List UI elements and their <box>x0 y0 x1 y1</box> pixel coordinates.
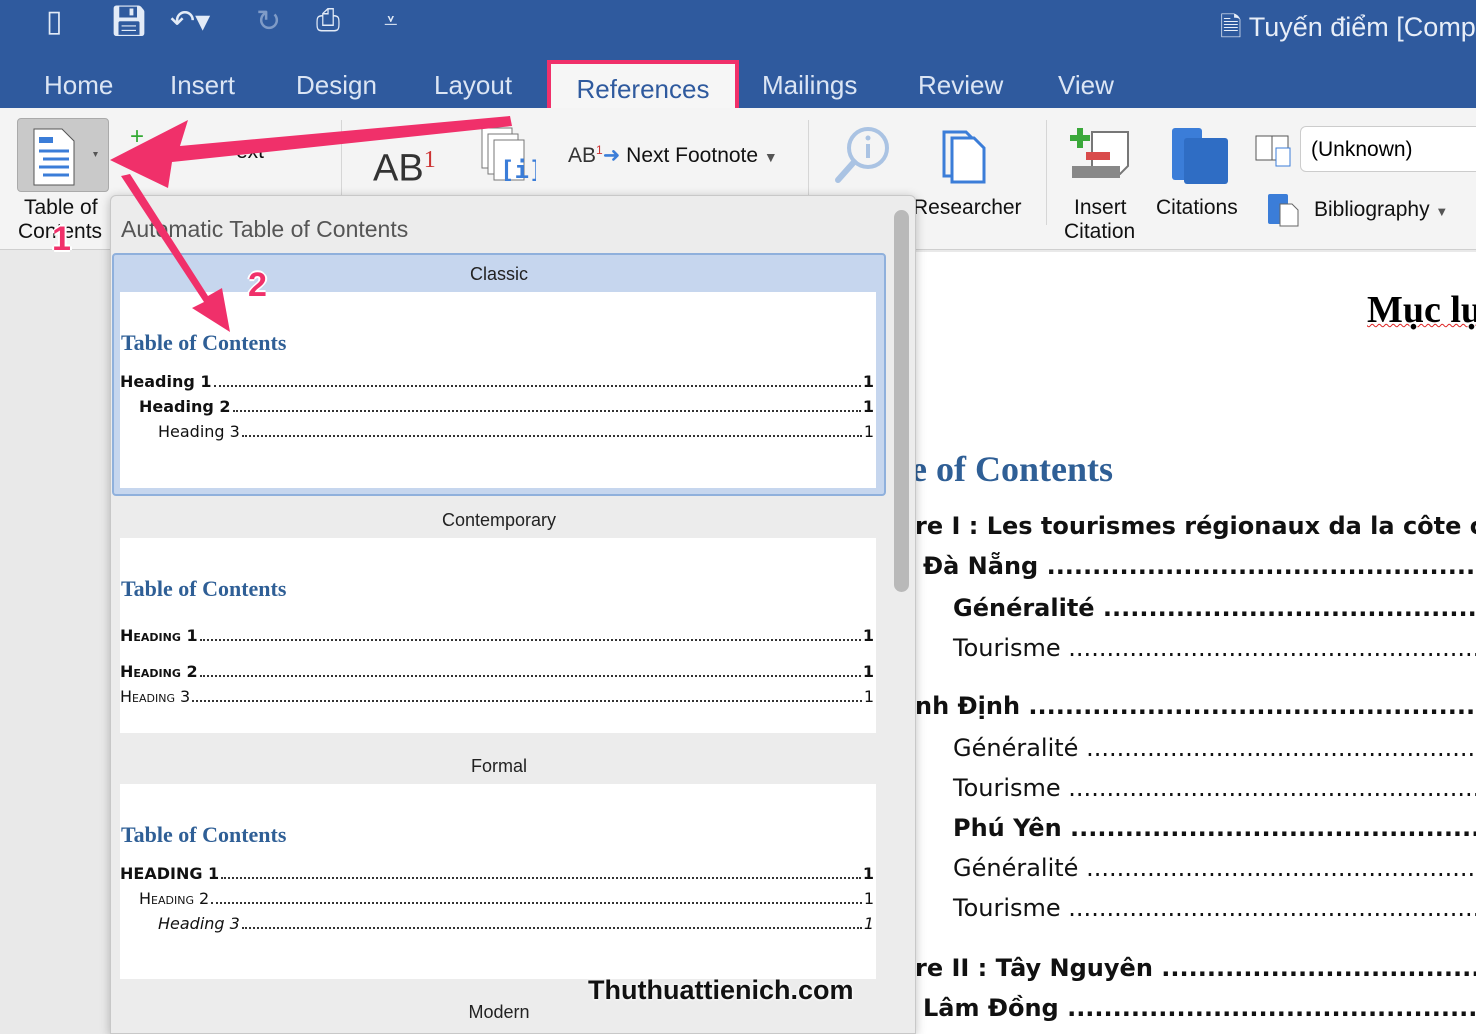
arrow-2 <box>121 174 230 332</box>
watermark: Thuthuattienich.com <box>588 975 854 1005</box>
step-1-label: 1 <box>52 220 71 258</box>
annotation-arrows <box>110 116 512 332</box>
arrow-1 <box>110 116 512 188</box>
step-2-label: 2 <box>248 266 267 304</box>
